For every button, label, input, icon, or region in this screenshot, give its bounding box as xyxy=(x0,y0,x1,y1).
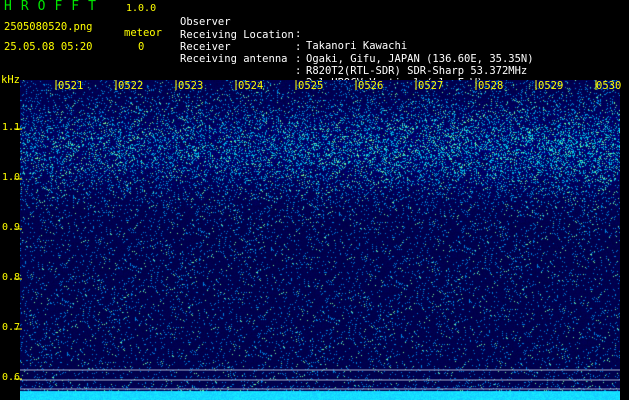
x-tick-label: 0526 xyxy=(358,80,384,92)
x-tick-label: 0523 xyxy=(178,80,204,92)
y-tick-label: 0.9 xyxy=(2,222,21,233)
y-tick-label: 1.1 xyxy=(2,122,21,133)
x-tick-label: 0522 xyxy=(118,80,144,92)
y-tick-label: 0.6 xyxy=(2,372,21,383)
x-tick-label: 0521 xyxy=(58,80,84,92)
x-tick-label: 0525 xyxy=(298,80,324,92)
y-tick-label: 1.0 xyxy=(2,172,21,183)
x-tick-label: 0527 xyxy=(418,80,444,92)
x-tick-label: 0528 xyxy=(478,80,504,92)
axis-overlay xyxy=(14,80,620,390)
y-tick-label: 0.8 xyxy=(2,272,21,283)
x-tick-label: 0530 xyxy=(596,80,622,92)
y-tick-marks xyxy=(14,128,22,380)
x-tick-label: 0524 xyxy=(238,80,264,92)
x-tick-label: 0529 xyxy=(538,80,564,92)
y-tick-label: 0.7 xyxy=(2,322,21,333)
